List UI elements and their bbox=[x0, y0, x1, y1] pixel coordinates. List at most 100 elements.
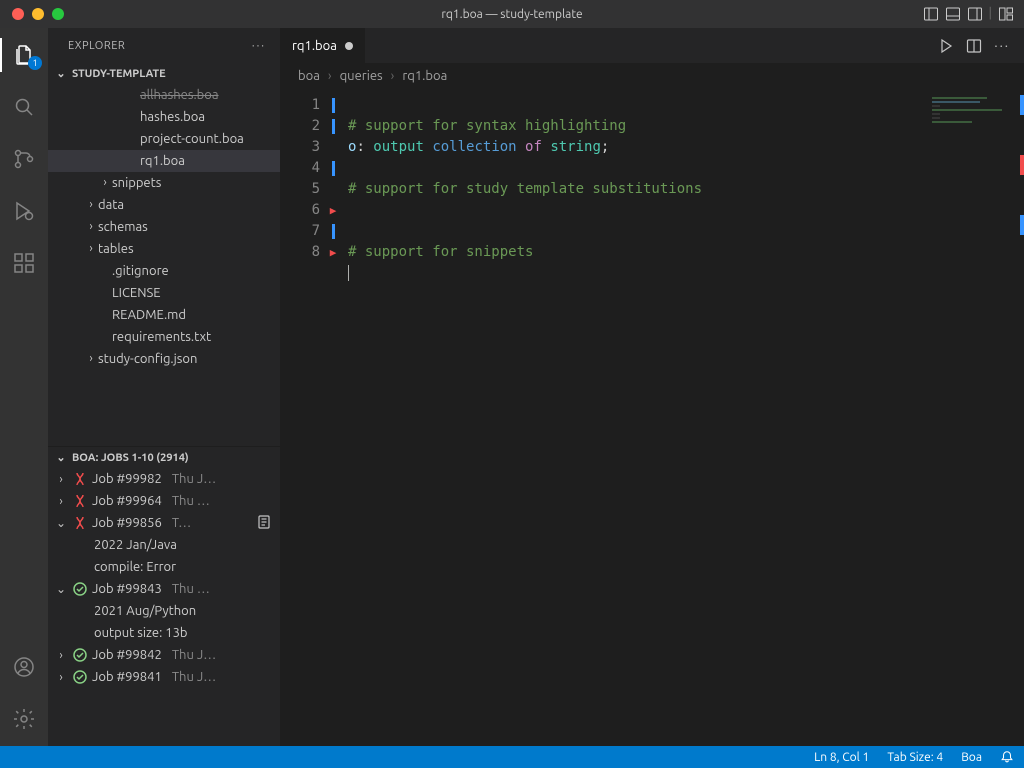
minimap[interactable] bbox=[932, 95, 1022, 125]
run-debug-icon bbox=[12, 199, 36, 223]
status-lang[interactable]: Boa bbox=[961, 751, 982, 764]
job-row[interactable]: ›Job #99842Thu J… bbox=[48, 644, 280, 666]
tab-label: rq1.boa bbox=[292, 39, 337, 53]
job-output-icon[interactable] bbox=[256, 514, 272, 533]
code-token: output bbox=[373, 139, 432, 155]
sidebar-title: EXPLORER bbox=[68, 40, 125, 52]
breadcrumb-seg[interactable]: boa bbox=[298, 69, 320, 83]
layout-secondary-icon[interactable] bbox=[967, 6, 983, 22]
file-name: allhashes.boa bbox=[140, 84, 219, 106]
job-tree: ›Job #99982Thu J…›Job #99964Thu …⌄Job #9… bbox=[48, 468, 280, 688]
explorer-badge: 1 bbox=[28, 56, 42, 70]
status-bell-icon[interactable] bbox=[1000, 750, 1014, 764]
gear-icon bbox=[12, 707, 36, 731]
maximize-window[interactable] bbox=[52, 8, 64, 20]
file-tree-item[interactable]: ›snippets bbox=[48, 172, 280, 194]
file-tree-item[interactable]: ›study-config.json bbox=[48, 348, 280, 370]
status-bar: Ln 8, Col 1 Tab Size: 4 Boa bbox=[0, 746, 1024, 768]
tab-bar: rq1.boa ··· bbox=[280, 28, 1024, 63]
chevron-down-icon: ⌄ bbox=[54, 451, 68, 464]
activity-run[interactable] bbox=[0, 194, 48, 228]
twistie-icon: › bbox=[54, 649, 68, 662]
code-token: : bbox=[356, 139, 373, 155]
twistie-icon: › bbox=[54, 495, 68, 508]
file-name: schemas bbox=[98, 216, 148, 238]
line-number: 8 bbox=[280, 242, 320, 263]
overview-mark bbox=[1020, 215, 1024, 235]
file-name: tables bbox=[98, 238, 134, 260]
activity-scm[interactable] bbox=[0, 142, 48, 176]
breadcrumb[interactable]: boa › queries › rq1.boa bbox=[280, 63, 1024, 89]
twistie-icon: › bbox=[98, 172, 112, 194]
file-name: project-count.boa bbox=[140, 128, 244, 150]
job-date: T… bbox=[172, 516, 191, 530]
jobs-section-header[interactable]: ⌄ BOA: JOBS 1-10 (2914) bbox=[48, 447, 280, 468]
activity-settings[interactable] bbox=[0, 702, 48, 736]
file-tree-item[interactable]: README.md bbox=[48, 304, 280, 326]
job-meta: compile: Error bbox=[48, 556, 280, 578]
activity-extensions[interactable] bbox=[0, 246, 48, 280]
overview-ruler[interactable] bbox=[1020, 95, 1024, 275]
jobs-section: ⌄ BOA: JOBS 1-10 (2914) › Job #99982 Thu J… bbox=[48, 446, 280, 746]
dirty-indicator-icon bbox=[345, 42, 353, 50]
code-area[interactable]: 12345678 ▶▶ # support for syntax highlig… bbox=[280, 89, 1024, 746]
job-row[interactable]: ›Job #99841Thu J… bbox=[48, 666, 280, 688]
file-tree-item[interactable]: ›schemas bbox=[48, 216, 280, 238]
job-row[interactable]: › Job #99982 Thu J… bbox=[48, 468, 280, 490]
job-label: Job #99856 bbox=[92, 516, 162, 530]
error-icon bbox=[72, 471, 88, 487]
job-meta: output size: 13b bbox=[48, 622, 280, 644]
job-date: Thu J… bbox=[172, 648, 216, 662]
tab-active[interactable]: rq1.boa bbox=[280, 28, 366, 63]
customize-layout-icon[interactable] bbox=[998, 6, 1014, 22]
file-tree-item[interactable]: .gitignore bbox=[48, 260, 280, 282]
window-controls bbox=[12, 8, 64, 20]
text-cursor bbox=[348, 265, 349, 281]
job-date: Thu J… bbox=[172, 472, 216, 486]
job-date: Thu … bbox=[172, 494, 210, 508]
file-tree-item[interactable]: requirements.txt bbox=[48, 326, 280, 348]
run-icon[interactable] bbox=[938, 38, 954, 54]
file-name: .gitignore bbox=[112, 260, 169, 282]
job-row[interactable]: ⌄Job #99843Thu … bbox=[48, 578, 280, 600]
file-tree-item[interactable]: LICENSE bbox=[48, 282, 280, 304]
twistie-icon: › bbox=[54, 671, 68, 684]
code-text[interactable]: # support for syntax highlighting o: out… bbox=[336, 95, 702, 746]
split-editor-icon[interactable] bbox=[966, 38, 982, 54]
file-tree-item[interactable]: project-count.boa bbox=[48, 128, 280, 150]
close-window[interactable] bbox=[12, 8, 24, 20]
minimize-window[interactable] bbox=[32, 8, 44, 20]
activity-explorer[interactable]: 1 bbox=[0, 38, 48, 72]
breadcrumb-seg[interactable]: rq1.boa bbox=[402, 69, 447, 83]
project-section-header[interactable]: ⌄ STUDY-TEMPLATE bbox=[48, 63, 280, 84]
sidebar-header: EXPLORER ··· bbox=[48, 28, 280, 63]
file-tree-item[interactable]: ›data bbox=[48, 194, 280, 216]
file-tree-item[interactable]: allhashes.boa bbox=[48, 84, 280, 106]
job-label: Job #99964 bbox=[92, 494, 162, 508]
breadcrumb-seg[interactable]: queries bbox=[340, 69, 383, 83]
job-row[interactable]: › Job #99964 Thu … bbox=[48, 490, 280, 512]
file-tree-item[interactable]: hashes.boa bbox=[48, 106, 280, 128]
status-tabsize[interactable]: Tab Size: 4 bbox=[887, 751, 943, 764]
check-icon bbox=[72, 669, 88, 685]
status-lncol[interactable]: Ln 8, Col 1 bbox=[814, 751, 869, 764]
editor-more-icon[interactable]: ··· bbox=[994, 39, 1010, 53]
line-gutter: 12345678 bbox=[280, 95, 330, 746]
file-tree-item[interactable]: rq1.boa bbox=[48, 150, 280, 172]
layout-primary-icon[interactable] bbox=[923, 6, 939, 22]
account-icon bbox=[12, 655, 36, 679]
sidebar-more-icon[interactable]: ··· bbox=[252, 40, 266, 52]
job-row[interactable]: ⌄ Job #99856 T… bbox=[48, 512, 280, 534]
file-name: study-config.json bbox=[98, 348, 197, 370]
chevron-down-icon: ⌄ bbox=[54, 67, 68, 80]
layout-panel-icon[interactable] bbox=[945, 6, 961, 22]
twistie-icon: ⌄ bbox=[54, 516, 68, 530]
file-tree-item[interactable]: ›tables bbox=[48, 238, 280, 260]
jobs-title: BOA: JOBS 1-10 (2914) bbox=[72, 452, 189, 464]
activity-search[interactable] bbox=[0, 90, 48, 124]
twistie-icon: › bbox=[54, 473, 68, 486]
chevron-right-icon: › bbox=[391, 69, 395, 83]
activity-accounts[interactable] bbox=[0, 650, 48, 684]
job-date: Thu J… bbox=[172, 670, 216, 684]
job-label: Job #99982 bbox=[92, 472, 162, 486]
